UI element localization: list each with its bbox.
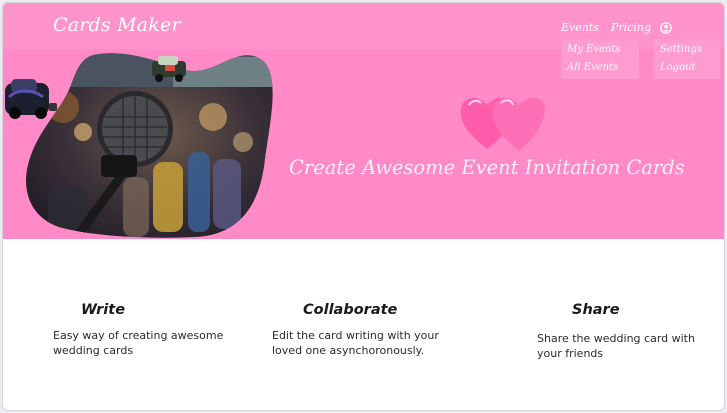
- nav-events[interactable]: Events: [561, 21, 599, 34]
- feature-title: Share: [572, 302, 620, 318]
- hero-section: Create Awesome Event Invitation Cards Ca…: [3, 3, 724, 239]
- menu-item-logout[interactable]: Logout: [660, 59, 714, 77]
- feature-description: Edit the card writing with your loved on…: [272, 329, 439, 357]
- feature-title: Write: [81, 302, 126, 318]
- menu-item-settings[interactable]: Settings: [660, 41, 714, 59]
- account-dropdown-menu: Settings Logout: [654, 39, 720, 79]
- nav-pricing[interactable]: Pricing: [611, 21, 651, 34]
- feature-share: Share Share the wedding card with your f…: [537, 302, 707, 361]
- feature-description: Share the wedding card with your friends: [537, 332, 695, 360]
- car-sticker-small: [152, 56, 186, 82]
- feature-title: Collaborate: [303, 302, 398, 318]
- hero-tagline: Create Awesome Event Invitation Cards: [289, 156, 685, 179]
- menu-item-my-events[interactable]: My Events: [567, 41, 633, 59]
- app-window: Create Awesome Event Invitation Cards Ca…: [2, 2, 725, 411]
- feature-collaborate: Collaborate Edit the card writing with y…: [272, 302, 472, 358]
- user-account-icon[interactable]: [660, 22, 672, 34]
- car-sticker-large: [5, 79, 57, 119]
- hearts-icon: [460, 97, 546, 151]
- brand-logo[interactable]: Cards Maker: [53, 14, 181, 36]
- events-dropdown-menu: My Events All Events: [561, 39, 639, 79]
- feature-write: Write Easy way of creating awesome weddi…: [53, 302, 233, 358]
- hero-photo-blob: [26, 53, 273, 238]
- feature-description: Easy way of creating awesome wedding car…: [53, 329, 224, 357]
- menu-item-all-events[interactable]: All Events: [567, 59, 633, 77]
